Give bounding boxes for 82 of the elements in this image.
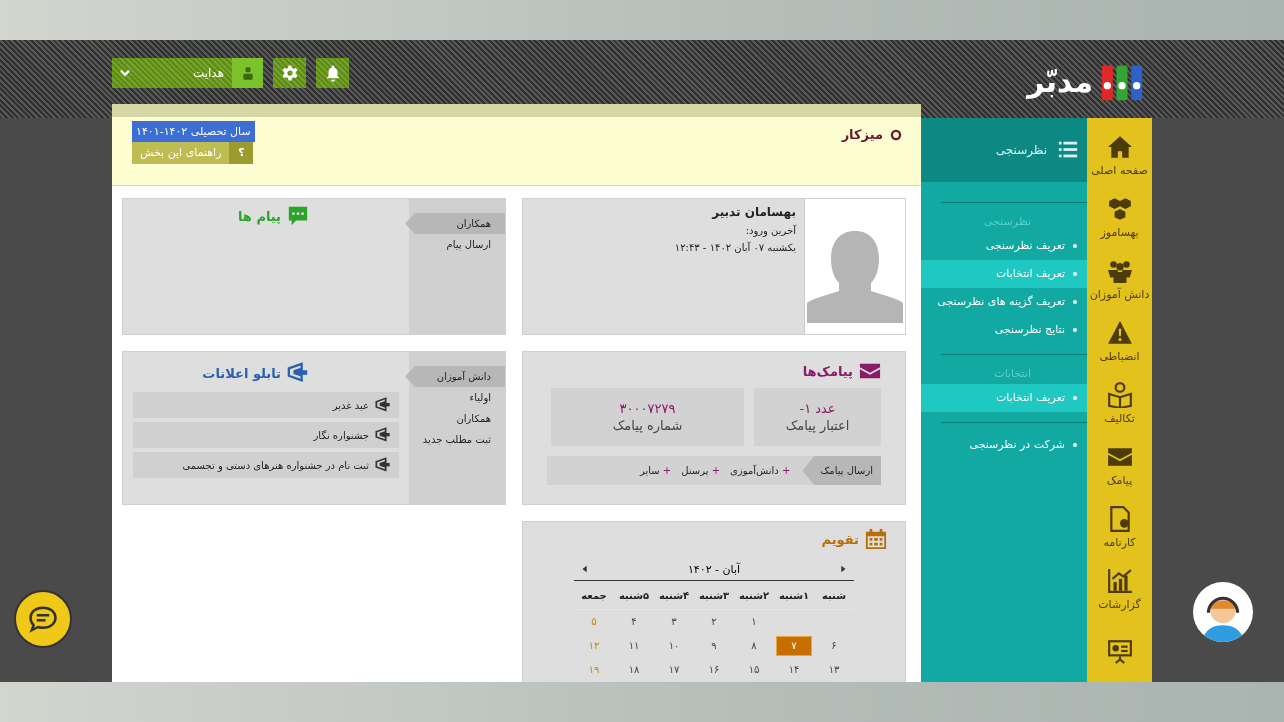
notifications-button[interactable]: [316, 58, 349, 88]
settings-button[interactable]: [273, 58, 306, 88]
academic-year-badge: سال تحصیلی ۱۴۰۲-۱۴۰۱: [132, 121, 255, 142]
card-title: پیام ها: [237, 208, 281, 224]
card-title: پیامک‌ها: [802, 363, 853, 379]
calendar-day[interactable]: ۱۱: [617, 637, 651, 655]
tab[interactable]: ثبت مطلب جدید: [409, 429, 505, 450]
weekday-header: ۱شنبه: [777, 589, 811, 601]
megaphone-icon: [375, 427, 391, 443]
weekday-header: شنبه: [820, 589, 848, 601]
nav-item[interactable]: صفحه اصلی: [1087, 124, 1152, 186]
calendar-icon: [865, 528, 887, 550]
calendar-day[interactable]: ۴: [617, 613, 651, 631]
right-arrow-icon[interactable]: [838, 564, 848, 574]
stat-label: اعتبار پیامک: [785, 418, 850, 433]
stat-label: شماره پیامک: [612, 418, 683, 433]
last-login-date: یکشنبه ۰۷ آبان ۱۴۰۲ - ۱۲:۴۳: [674, 242, 796, 253]
last-login-label: آخرین ورود:: [744, 225, 796, 236]
bar-chart-icon: [1106, 567, 1133, 594]
page-title: میزکار: [841, 127, 883, 142]
calendar-day[interactable]: ۷: [776, 636, 812, 656]
section-heading: انتخابات: [993, 366, 1032, 382]
megaphone-icon: [375, 457, 391, 473]
tab[interactable]: ارسال پیام: [409, 234, 505, 255]
calendar-day[interactable]: ۸: [737, 637, 771, 655]
presentation-icon: [1106, 638, 1133, 664]
send-sms-label: ارسال پیامک: [802, 456, 881, 485]
book-reader-icon: [1106, 381, 1133, 408]
user-name: بهسامان تدبیر: [710, 205, 796, 219]
support-avatar[interactable]: [1193, 582, 1253, 642]
weekday-header: ۳شنبه: [697, 589, 731, 601]
nav-item[interactable]: کارنامه: [1087, 496, 1152, 558]
calendar-day[interactable]: ۱۰: [657, 637, 691, 655]
card-title: تابلو اعلانات: [202, 365, 281, 381]
nav-item[interactable]: انضباطی: [1087, 310, 1152, 372]
stat-unit: عدد: [815, 401, 836, 416]
nav-item[interactable]: بهساموز: [1087, 186, 1152, 248]
megaphone-icon: [375, 397, 391, 413]
stat-value: ۳۰۰۰۷۲۷۹: [619, 401, 676, 416]
recipient-link[interactable]: + پرسنل: [681, 465, 721, 476]
nav-item[interactable]: تکالیف: [1087, 372, 1152, 434]
circle-icon: [889, 127, 903, 142]
left-arrow-icon[interactable]: [580, 564, 590, 574]
stat-value: -۱: [799, 401, 812, 416]
notice-item[interactable]: عید غدیر: [133, 392, 399, 418]
logo-text: مدبّر: [1027, 63, 1093, 101]
calendar-day[interactable]: ۱۳: [817, 661, 851, 679]
card-title: تقویم: [821, 531, 859, 547]
month-label: آبان - ۱۴۰۲: [687, 562, 741, 576]
calendar-day[interactable]: ۹: [697, 637, 731, 655]
cubes-icon: [1106, 195, 1133, 222]
calendar-day[interactable]: ۱۷: [657, 661, 691, 679]
calendar-day[interactable]: ۱۴: [777, 661, 811, 679]
notice-item[interactable]: جشنواره نگار: [133, 422, 399, 448]
calendar-day[interactable]: ۱۸: [617, 661, 651, 679]
recipient-link[interactable]: + سایر: [639, 465, 672, 476]
tab[interactable]: همکاران: [405, 213, 505, 234]
sidebar-title: نظرسنجی: [995, 143, 1047, 157]
calendar-day[interactable]: ۲: [697, 613, 731, 631]
calendar-day[interactable]: ۱۵: [737, 661, 771, 679]
chat-bubble-icon: [28, 604, 58, 634]
calendar-day[interactable]: ۶: [817, 637, 851, 655]
calendar-day[interactable]: ۱: [737, 613, 771, 631]
nav-item[interactable]: دانش آموزان: [1087, 248, 1152, 310]
weekday-header: ۴شنبه: [657, 589, 691, 601]
tab[interactable]: همکاران: [409, 408, 505, 429]
tab[interactable]: اولیاء: [409, 387, 505, 408]
weekday-header: ۵شنبه: [617, 589, 651, 601]
recipient-link[interactable]: + دانش‌آموزی: [730, 465, 791, 476]
section-heading: نظرسنجی: [983, 214, 1032, 230]
warning-icon: [1106, 319, 1133, 346]
megaphone-icon: [287, 362, 309, 384]
chat-icon: [287, 205, 309, 227]
nav-item[interactable]: پیامک: [1087, 434, 1152, 496]
weekday-header: ۲شنبه: [737, 589, 771, 601]
nav-item[interactable]: گزارشات: [1087, 558, 1152, 620]
notice-item[interactable]: ثبت نام در جشنواره هنرهای دستی و تجسمی: [133, 452, 399, 478]
weekday-header: جمعه: [580, 589, 608, 601]
calendar-day[interactable]: ۳: [657, 613, 691, 631]
tab[interactable]: دانش آموزان: [405, 366, 505, 387]
settings-icon: [280, 64, 299, 82]
calendar-day[interactable]: ۱۶: [697, 661, 731, 679]
